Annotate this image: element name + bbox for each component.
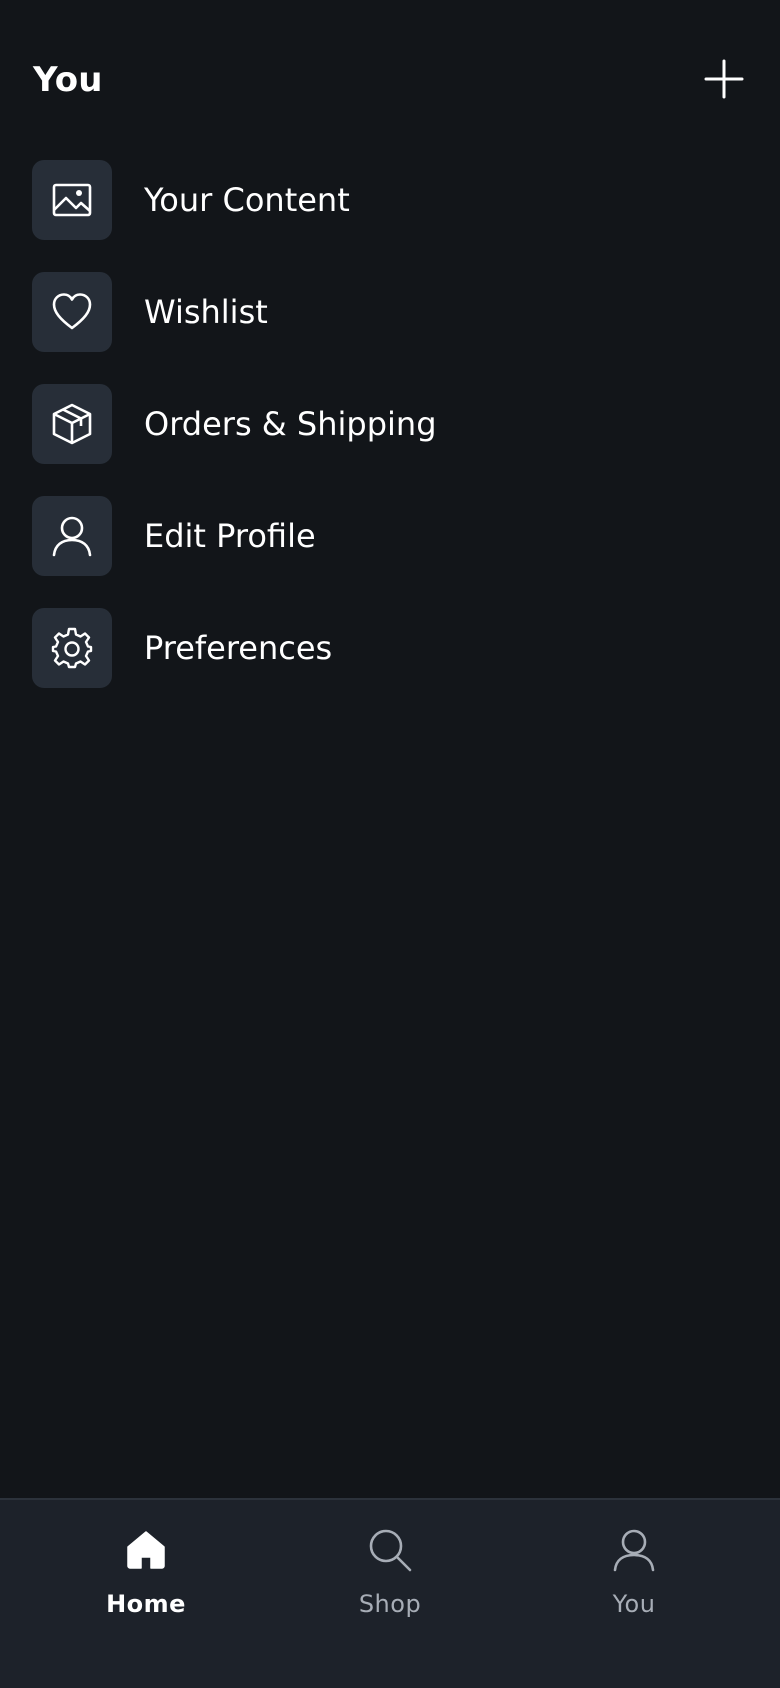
menu-icon-tile bbox=[32, 160, 112, 240]
header: You bbox=[0, 0, 780, 160]
menu-item-orders-shipping[interactable]: Orders & Shipping bbox=[32, 384, 748, 464]
menu-item-edit-profile[interactable]: Edit Profile bbox=[32, 496, 748, 576]
menu-item-preferences[interactable]: Preferences bbox=[32, 608, 748, 688]
menu-item-your-content[interactable]: Your Content bbox=[32, 160, 748, 240]
image-icon bbox=[52, 183, 92, 217]
menu-item-label: Your Content bbox=[144, 181, 350, 219]
add-button[interactable] bbox=[700, 55, 748, 103]
menu-item-label: Edit Profile bbox=[144, 517, 316, 555]
menu-item-label: Wishlist bbox=[144, 293, 268, 331]
nav-label: Shop bbox=[358, 1590, 422, 1618]
user-icon bbox=[52, 516, 92, 557]
nav-label: Home bbox=[106, 1590, 186, 1618]
search-icon bbox=[369, 1529, 412, 1572]
nav-label: You bbox=[612, 1590, 656, 1618]
home-icon bbox=[127, 1531, 165, 1569]
nav-tab-you[interactable]: You bbox=[504, 1500, 764, 1660]
menu-item-wishlist[interactable]: Wishlist bbox=[32, 272, 748, 352]
menu-icon-tile bbox=[32, 272, 112, 352]
nav-tab-shop[interactable]: Shop bbox=[260, 1500, 520, 1660]
plus-icon bbox=[704, 59, 744, 99]
menu-icon-tile bbox=[32, 496, 112, 576]
page-title: You bbox=[33, 60, 103, 100]
package-icon bbox=[52, 403, 92, 445]
menu-icon-tile bbox=[32, 608, 112, 688]
bottom-nav: Home Shop You bbox=[0, 1498, 780, 1688]
heart-icon bbox=[52, 293, 92, 330]
menu-item-label: Preferences bbox=[144, 629, 333, 667]
menu-icon-tile bbox=[32, 384, 112, 464]
nav-tab-home[interactable]: Home bbox=[16, 1500, 276, 1660]
gear-icon bbox=[51, 627, 93, 669]
user-icon bbox=[613, 1529, 655, 1572]
menu-item-label: Orders & Shipping bbox=[144, 405, 437, 443]
